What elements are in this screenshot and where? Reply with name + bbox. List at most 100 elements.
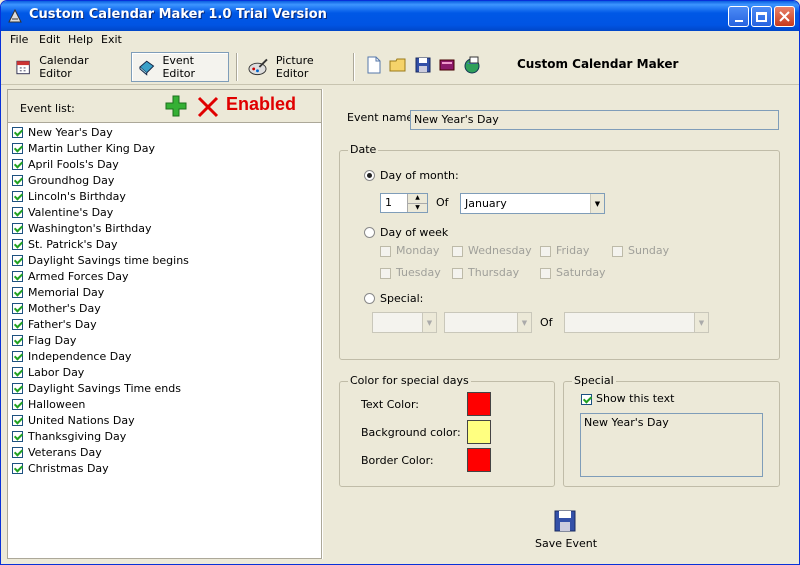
spin-up-icon[interactable]: ▲ bbox=[407, 194, 427, 204]
saturday-checkbox[interactable] bbox=[540, 268, 551, 279]
month-dropdown[interactable]: January ▼ bbox=[460, 193, 605, 214]
books-icon[interactable] bbox=[438, 56, 456, 74]
sunday-checkbox[interactable] bbox=[612, 246, 623, 257]
event-enabled-checkbox[interactable] bbox=[12, 446, 23, 458]
event-list-item[interactable]: Labor Day bbox=[12, 364, 84, 380]
event-enabled-checkbox[interactable] bbox=[12, 158, 23, 170]
title-bar[interactable]: Custom Calendar Maker 1.0 Trial Version bbox=[1, 1, 799, 31]
day-spinner[interactable]: 1 ▲ ▼ bbox=[380, 193, 428, 213]
chevron-down-icon[interactable]: ▼ bbox=[517, 313, 531, 332]
special-label: Special: bbox=[380, 292, 424, 305]
event-enabled-checkbox[interactable] bbox=[12, 270, 23, 282]
event-enabled-checkbox[interactable] bbox=[12, 382, 23, 394]
event-enabled-checkbox[interactable] bbox=[12, 318, 23, 330]
event-list-item[interactable]: Christmas Day bbox=[12, 460, 109, 476]
special-radio[interactable] bbox=[364, 293, 375, 304]
event-enabled-checkbox[interactable] bbox=[12, 126, 23, 138]
event-list-item[interactable]: Thanksgiving Day bbox=[12, 428, 126, 444]
event-enabled-checkbox[interactable] bbox=[12, 366, 23, 378]
event-enabled-checkbox[interactable] bbox=[12, 334, 23, 346]
event-list-item[interactable]: Lincoln's Birthday bbox=[12, 188, 126, 204]
event-list-item-label: Mother's Day bbox=[28, 301, 101, 315]
event-name-field[interactable]: New Year's Day bbox=[410, 110, 779, 130]
globe-icon[interactable] bbox=[463, 56, 481, 74]
event-enabled-checkbox[interactable] bbox=[12, 286, 23, 298]
open-folder-icon[interactable] bbox=[389, 56, 407, 74]
menu-file[interactable]: File bbox=[10, 33, 28, 46]
event-list-item[interactable]: St. Patrick's Day bbox=[12, 236, 117, 252]
event-enabled-checkbox[interactable] bbox=[12, 238, 23, 250]
save-icon[interactable] bbox=[414, 56, 432, 74]
monday-checkbox[interactable] bbox=[380, 246, 391, 257]
maximize-button[interactable] bbox=[751, 6, 772, 27]
event-list-item[interactable]: Valentine's Day bbox=[12, 204, 113, 220]
chevron-down-icon[interactable]: ▼ bbox=[422, 313, 436, 332]
event-list-item[interactable]: Daylight Savings Time ends bbox=[12, 380, 181, 396]
event-list-item[interactable]: April Fools's Day bbox=[12, 156, 119, 172]
event-enabled-checkbox[interactable] bbox=[12, 350, 23, 362]
special-ordinal-dropdown[interactable]: ▼ bbox=[372, 312, 437, 333]
window-title: Custom Calendar Maker 1.0 Trial Version bbox=[29, 7, 327, 22]
event-enabled-checkbox[interactable] bbox=[12, 414, 23, 426]
delete-event-x-icon[interactable] bbox=[197, 96, 219, 118]
friday-checkbox[interactable] bbox=[540, 246, 551, 257]
bg-color-swatch[interactable] bbox=[467, 420, 491, 444]
spin-down-icon[interactable]: ▼ bbox=[407, 203, 427, 212]
spinner-arrows[interactable]: ▲ ▼ bbox=[407, 194, 427, 212]
chevron-down-icon[interactable]: ▼ bbox=[590, 194, 604, 213]
event-list-item[interactable]: Independence Day bbox=[12, 348, 131, 364]
add-event-plus-icon[interactable] bbox=[165, 95, 187, 117]
menu-help[interactable]: Help bbox=[68, 33, 93, 46]
minimize-button[interactable] bbox=[728, 6, 749, 27]
event-list-item[interactable]: Groundhog Day bbox=[12, 172, 114, 188]
event-list-item[interactable]: Washington's Birthday bbox=[12, 220, 152, 236]
event-enabled-checkbox[interactable] bbox=[12, 142, 23, 154]
event-list-item[interactable]: Flag Day bbox=[12, 332, 76, 348]
event-list-item[interactable]: Memorial Day bbox=[12, 284, 104, 300]
tuesday-checkbox[interactable] bbox=[380, 268, 391, 279]
save-event-button[interactable]: Save Event bbox=[535, 509, 597, 550]
event-list-item[interactable]: Mother's Day bbox=[12, 300, 101, 316]
event-list-item-label: Independence Day bbox=[28, 349, 132, 363]
chevron-down-icon[interactable]: ▼ bbox=[694, 313, 708, 332]
event-enabled-checkbox[interactable] bbox=[12, 254, 23, 266]
event-list-item[interactable]: Daylight Savings time begins bbox=[12, 252, 189, 268]
event-list-item[interactable]: Halloween bbox=[12, 396, 85, 412]
event-list-item-label: April Fools's Day bbox=[28, 157, 119, 171]
event-list-item[interactable]: New Year's Day bbox=[12, 124, 113, 140]
wednesday-checkbox[interactable] bbox=[452, 246, 463, 257]
calendar-editor-button[interactable]: Calendar Editor bbox=[9, 52, 121, 82]
day-of-month-radio[interactable] bbox=[364, 170, 375, 181]
show-text-checkbox[interactable] bbox=[581, 394, 592, 405]
color-group: Color for special days Text Color: Backg… bbox=[339, 374, 555, 487]
special-weekday-dropdown[interactable]: ▼ bbox=[444, 312, 532, 333]
event-list[interactable]: New Year's Day Martin Luther King Day Apri… bbox=[8, 122, 321, 558]
border-color-swatch[interactable] bbox=[467, 448, 491, 472]
event-enabled-checkbox[interactable] bbox=[12, 302, 23, 314]
event-enabled-checkbox[interactable] bbox=[12, 206, 23, 218]
event-enabled-checkbox[interactable] bbox=[12, 462, 23, 474]
close-button[interactable] bbox=[774, 6, 795, 27]
event-enabled-checkbox[interactable] bbox=[12, 190, 23, 202]
day-of-week-radio[interactable] bbox=[364, 227, 375, 238]
menu-exit[interactable]: Exit bbox=[101, 33, 122, 46]
event-list-item[interactable]: Martin Luther King Day bbox=[12, 140, 155, 156]
event-list-item[interactable]: Veterans Day bbox=[12, 444, 102, 460]
event-enabled-checkbox[interactable] bbox=[12, 430, 23, 442]
event-editor-button[interactable]: Event Editor bbox=[131, 52, 229, 82]
event-list-panel: Event list: Enabled New Year's Day Martin… bbox=[7, 89, 322, 559]
event-enabled-checkbox[interactable] bbox=[12, 398, 23, 410]
event-list-item[interactable]: Armed Forces Day bbox=[12, 268, 129, 284]
event-list-item[interactable]: United Nations Day bbox=[12, 412, 135, 428]
thursday-checkbox[interactable] bbox=[452, 268, 463, 279]
event-enabled-checkbox[interactable] bbox=[12, 174, 23, 186]
event-enabled-checkbox[interactable] bbox=[12, 222, 23, 234]
picture-editor-button[interactable]: Picture Editor bbox=[242, 52, 346, 82]
special-month-dropdown[interactable]: ▼ bbox=[564, 312, 709, 333]
menu-edit[interactable]: Edit bbox=[39, 33, 60, 46]
new-file-icon[interactable] bbox=[365, 56, 383, 74]
text-color-swatch[interactable] bbox=[467, 392, 491, 416]
special-text-box[interactable]: New Year's Day bbox=[580, 413, 763, 477]
event-list-item[interactable]: Father's Day bbox=[12, 316, 97, 332]
save-icon bbox=[554, 510, 576, 532]
